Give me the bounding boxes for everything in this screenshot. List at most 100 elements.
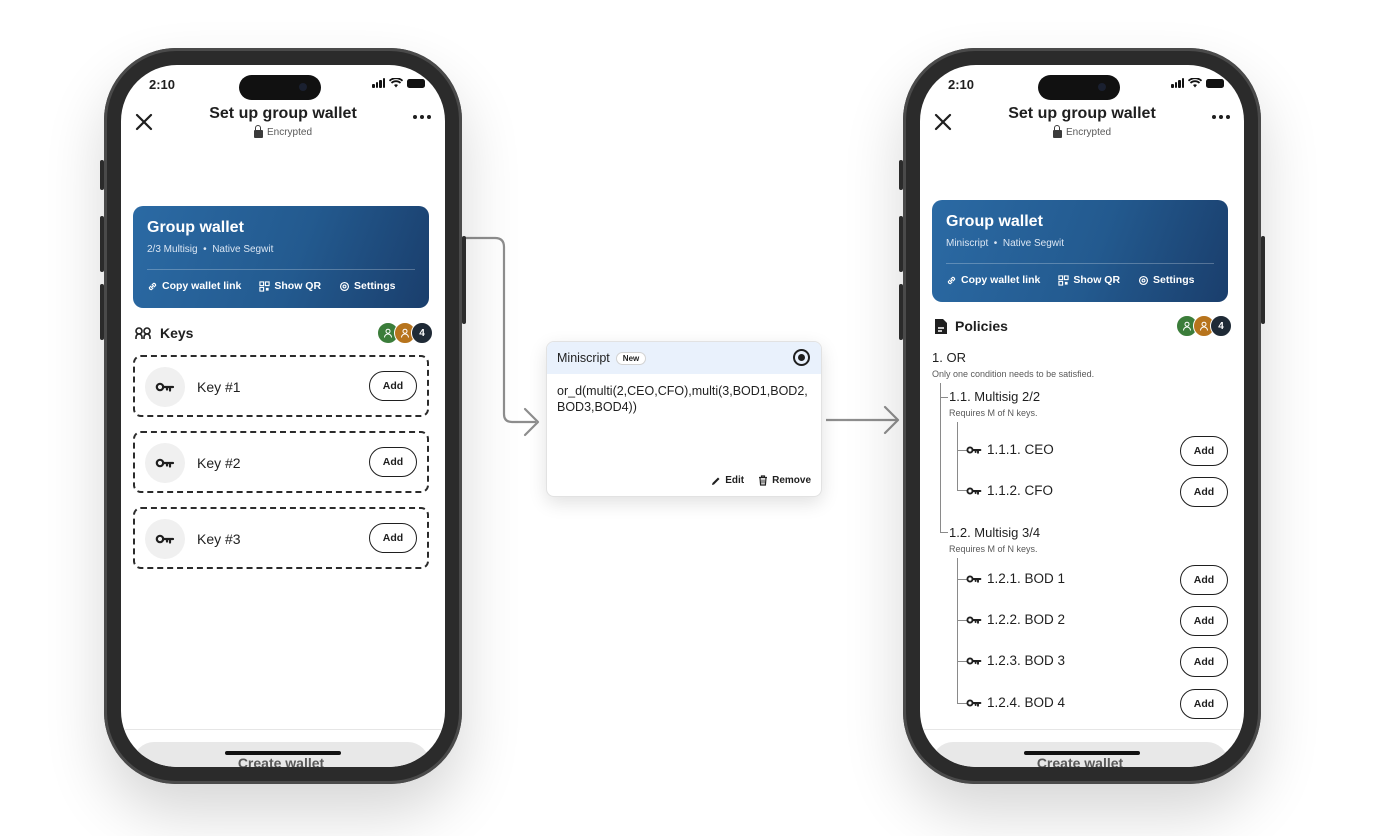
policy-root-desc: Only one condition needs to be satisfied… (932, 369, 1095, 379)
tree-connector (940, 397, 948, 398)
right-phone: 2:10 Set up group wallet Encrypted Group… (899, 48, 1265, 784)
policy-key-row: 1.1.2. CFO (966, 483, 1053, 498)
link-icon (148, 282, 157, 290)
new-badge: New (615, 351, 647, 365)
status-icons (372, 78, 425, 88)
qr-icon (259, 280, 270, 292)
wallet-name: Group wallet (147, 219, 244, 236)
wallet-actions: Copy wallet link Show QR Settings (147, 280, 395, 292)
wallet-actions: Copy wallet link Show QR Settings (946, 274, 1194, 286)
qr-icon (1058, 274, 1069, 286)
add-key-button[interactable]: Add (1180, 565, 1228, 595)
miniscript-actions: Edit Remove (711, 475, 811, 486)
signer-avatars: 4 (1176, 315, 1232, 337)
policies-label: Policies (955, 318, 1008, 334)
key-icon (966, 445, 982, 454)
policy-key-label: 1.2.1. BOD 1 (987, 571, 1066, 586)
add-key-button[interactable]: Add (1180, 606, 1228, 636)
home-indicator (1024, 751, 1140, 755)
gear-icon (1138, 275, 1149, 285)
footer-divider (121, 729, 445, 730)
lock-icon (1052, 124, 1062, 138)
trash-icon (759, 475, 768, 486)
encrypted-label: Encrypted (920, 124, 1244, 138)
tree-connector (957, 422, 958, 490)
key-name: Key #1 (197, 379, 241, 395)
policy-group-title: 1.2. Multisig 3/4 (949, 525, 1041, 540)
radio-selected-icon[interactable] (793, 349, 810, 366)
policy-root-title: 1. OR (932, 350, 966, 365)
signal-icon (372, 78, 385, 88)
wallet-name: Group wallet (946, 213, 1043, 230)
wallet-type: 2/3 Multisig (147, 244, 198, 255)
key-name: Key #2 (197, 455, 241, 471)
add-key-button[interactable]: Add (369, 447, 417, 477)
key-icon (966, 574, 982, 583)
page-title: Set up group wallet (209, 105, 357, 122)
gear-icon (339, 281, 350, 291)
nav-bar: Set up group wallet Encrypted (920, 105, 1244, 153)
miniscript-header: Miniscript New (547, 342, 821, 374)
page-title: Set up group wallet (1008, 105, 1156, 122)
card-divider (147, 269, 415, 270)
wallet-card: Group wallet 2/3 Multisig • Native Segwi… (133, 206, 429, 308)
document-icon (935, 318, 947, 334)
wallet-card: Group wallet Miniscript • Native Segwit … (932, 200, 1228, 302)
add-key-button[interactable]: Add (1180, 477, 1228, 507)
key-icon (145, 519, 185, 559)
pencil-icon (712, 477, 720, 485)
wallet-meta: Miniscript • Native Segwit (946, 238, 1214, 249)
policy-key-label: 1.2.4. BOD 4 (987, 695, 1066, 710)
policy-group-title: 1.1. Multisig 2/2 (949, 389, 1041, 404)
add-key-button[interactable]: Add (1180, 436, 1228, 466)
home-indicator (225, 751, 341, 755)
show-qr-button[interactable]: Show QR (1058, 274, 1120, 286)
policy-key-row: 1.1.1. CEO (966, 442, 1054, 457)
key-slot-2: Key #2 Add (133, 431, 429, 493)
copy-wallet-link-button[interactable]: Copy wallet link (147, 280, 241, 292)
show-qr-button[interactable]: Show QR (259, 280, 321, 292)
right-screen: 2:10 Set up group wallet Encrypted Group… (920, 65, 1244, 767)
user-icon (384, 328, 392, 338)
wallet-address-type: Native Segwit (212, 244, 274, 255)
remove-button[interactable]: Remove (758, 475, 811, 486)
add-key-button[interactable]: Add (1180, 647, 1228, 677)
key-slot-3: Key #3 Add (133, 507, 429, 569)
key-icon (966, 615, 982, 624)
more-menu-icon[interactable] (413, 115, 431, 119)
policy-group-desc: Requires M of N keys. (949, 408, 1038, 418)
settings-button[interactable]: Settings (1138, 274, 1194, 286)
miniscript-card: Miniscript New or_d(multi(2,CEO,CFO),mul… (546, 341, 822, 497)
avatar-count: 4 (411, 322, 433, 344)
key-name: Key #3 (197, 531, 241, 547)
add-key-button[interactable]: Add (1180, 689, 1228, 719)
copy-wallet-link-button[interactable]: Copy wallet link (946, 274, 1040, 286)
battery-icon (407, 78, 425, 88)
policy-key-row: 1.2.3. BOD 3 (966, 653, 1065, 668)
dot-separator: • (200, 244, 210, 255)
key-icon (966, 656, 982, 665)
policy-key-label: 1.2.3. BOD 3 (987, 653, 1066, 668)
more-menu-icon[interactable] (1212, 115, 1230, 119)
status-time: 2:10 (948, 77, 975, 92)
status-icons (1171, 78, 1224, 88)
keys-header: Keys 4 (135, 322, 433, 344)
encrypted-text: Encrypted (266, 127, 313, 138)
policy-key-row: 1.2.1. BOD 1 (966, 571, 1065, 586)
status-time: 2:10 (149, 77, 176, 92)
settings-button[interactable]: Settings (339, 280, 395, 292)
key-icon (966, 698, 982, 707)
add-key-button[interactable]: Add (369, 523, 417, 553)
policy-key-row: 1.2.2. BOD 2 (966, 612, 1065, 627)
tree-connector (940, 532, 948, 533)
footer-divider (920, 729, 1244, 730)
key-icon (966, 486, 982, 495)
edit-button[interactable]: Edit (711, 475, 744, 486)
user-icon (1200, 321, 1208, 331)
key-icon (145, 367, 185, 407)
link-icon (947, 276, 956, 284)
tree-connector (940, 383, 941, 533)
add-key-button[interactable]: Add (369, 371, 417, 401)
wifi-icon (1188, 78, 1202, 88)
policy-key-row: 1.2.4. BOD 4 (966, 695, 1065, 710)
